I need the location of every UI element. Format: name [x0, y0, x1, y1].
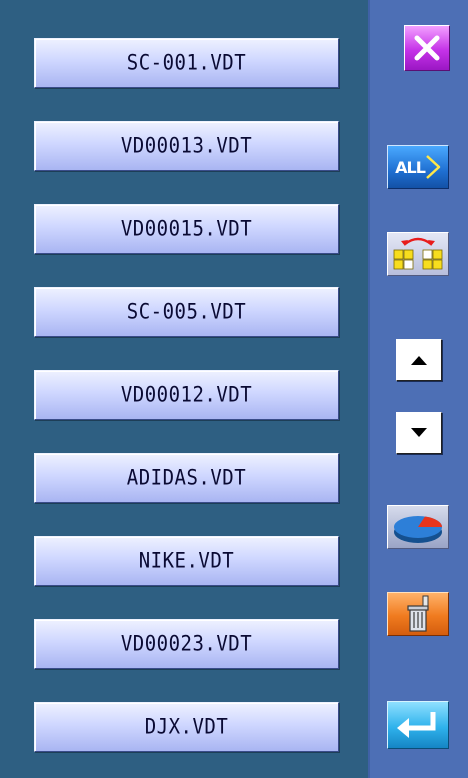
file-name: VD00015.VDT	[120, 216, 253, 242]
pie-chart-icon	[394, 516, 442, 543]
file-button[interactable]: NIKE.VDT	[34, 536, 339, 586]
enter-icon	[397, 712, 436, 738]
file-name: DJX.VDT	[144, 714, 229, 740]
right-toolbar: ALL	[368, 0, 468, 778]
select-all-button[interactable]: ALL	[387, 145, 449, 189]
all-label: ALL	[395, 157, 426, 177]
file-button[interactable]: VD00013.VDT	[34, 121, 339, 171]
arrow-up-icon	[411, 356, 427, 365]
file-name: SC-001.VDT	[126, 50, 247, 76]
file-button[interactable]: VD00015.VDT	[34, 204, 339, 254]
chevron-right-icon	[426, 155, 441, 179]
file-name: VD00013.VDT	[120, 133, 253, 159]
close-button[interactable]	[404, 25, 450, 71]
file-button[interactable]: DJX.VDT	[34, 702, 339, 752]
delete-button[interactable]	[387, 592, 449, 636]
file-select-screen: SC-001.VDT VD00013.VDT VD00015.VDT SC-00…	[0, 0, 468, 778]
swap-view-button[interactable]	[387, 232, 449, 276]
scroll-down-button[interactable]	[396, 412, 442, 454]
file-button[interactable]: VD00012.VDT	[34, 370, 339, 420]
file-name: SC-005.VDT	[126, 299, 247, 325]
scroll-up-button[interactable]	[396, 339, 442, 381]
file-name: NIKE.VDT	[138, 548, 235, 574]
file-name: ADIDAS.VDT	[126, 465, 247, 491]
trash-icon	[407, 595, 429, 632]
file-button[interactable]: SC-005.VDT	[34, 287, 339, 337]
swap-icon	[393, 237, 443, 270]
file-name: VD00012.VDT	[120, 382, 253, 408]
file-button[interactable]: ADIDAS.VDT	[34, 453, 339, 503]
file-list-panel: SC-001.VDT VD00013.VDT VD00015.VDT SC-00…	[0, 0, 368, 778]
file-button[interactable]: VD00023.VDT	[34, 619, 339, 669]
file-button[interactable]: SC-001.VDT	[34, 38, 339, 88]
pie-chart-button[interactable]	[387, 505, 449, 549]
close-icon	[414, 35, 440, 61]
enter-button[interactable]	[387, 701, 449, 749]
file-name: VD00023.VDT	[120, 631, 253, 657]
arrow-down-icon	[411, 428, 427, 437]
